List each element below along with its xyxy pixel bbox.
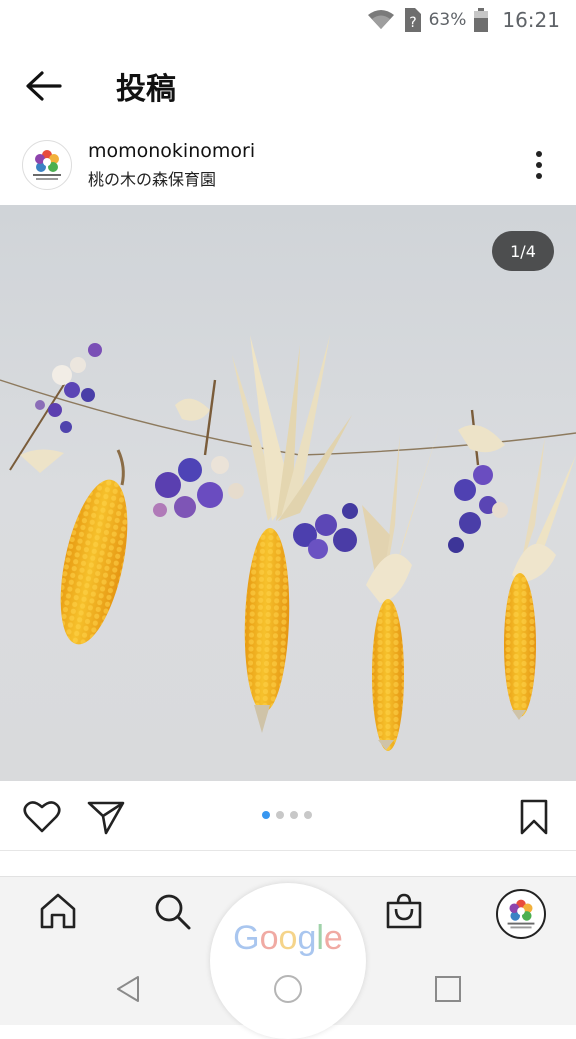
nav-home-button[interactable] — [38, 891, 78, 931]
save-button[interactable] — [514, 797, 554, 837]
status-bar: ? 63% 16:21 — [0, 0, 576, 40]
username[interactable]: momonokinomori — [88, 140, 255, 162]
carousel-dot — [304, 811, 312, 819]
carousel-indicator — [262, 811, 312, 819]
system-home-button[interactable] — [272, 973, 304, 1005]
page-title: 投稿 — [116, 72, 176, 107]
post-author-row: momonokinomori 桃の木の森保育園 — [0, 130, 576, 200]
svg-text:?: ? — [409, 15, 416, 31]
home-circle-icon — [274, 975, 302, 1003]
recents-square-icon — [435, 976, 461, 1002]
bookmark-icon — [520, 799, 548, 835]
battery-percent: 63% — [428, 10, 467, 30]
logo-flower-icon — [507, 899, 535, 929]
divider — [0, 850, 576, 851]
battery-icon — [474, 8, 489, 32]
nav-profile-avatar[interactable] — [496, 889, 546, 939]
avatar[interactable] — [22, 140, 72, 190]
carousel-dot — [262, 811, 270, 819]
search-icon — [155, 894, 191, 930]
shop-bag-icon — [386, 893, 422, 929]
more-options-button[interactable] — [522, 148, 556, 182]
carousel-page-counter: 1/4 — [492, 231, 554, 271]
arrow-left-icon — [26, 71, 62, 101]
clock: 16:21 — [502, 8, 560, 32]
paper-plane-icon — [87, 801, 125, 835]
bottom-navigation: Google — [0, 876, 576, 1039]
back-button[interactable] — [20, 64, 68, 108]
logo-flower-icon — [33, 150, 61, 180]
heart-icon — [23, 801, 61, 833]
google-logo-text: Google — [233, 919, 343, 957]
post-photo[interactable]: 1/4 — [0, 205, 576, 781]
vertical-dots-icon — [536, 151, 542, 179]
share-button[interactable] — [86, 797, 126, 837]
google-assistant-button[interactable]: Google — [210, 883, 366, 1039]
nav-search-button[interactable] — [152, 891, 192, 931]
nav-shop-button[interactable] — [384, 891, 424, 931]
carousel-dot — [290, 811, 298, 819]
no-sim-icon: ? — [404, 8, 421, 32]
wifi-icon — [367, 10, 394, 29]
system-back-button[interactable] — [112, 973, 144, 1005]
corn-garland-photo — [0, 205, 576, 781]
carousel-dot — [276, 811, 284, 819]
post-action-row — [0, 781, 576, 851]
back-triangle-icon — [117, 976, 139, 1002]
display-name: 桃の木の森保育園 — [88, 170, 217, 189]
app-header: 投稿 — [0, 50, 576, 120]
home-icon — [40, 893, 76, 929]
system-recents-button[interactable] — [432, 973, 464, 1005]
like-button[interactable] — [22, 797, 62, 837]
